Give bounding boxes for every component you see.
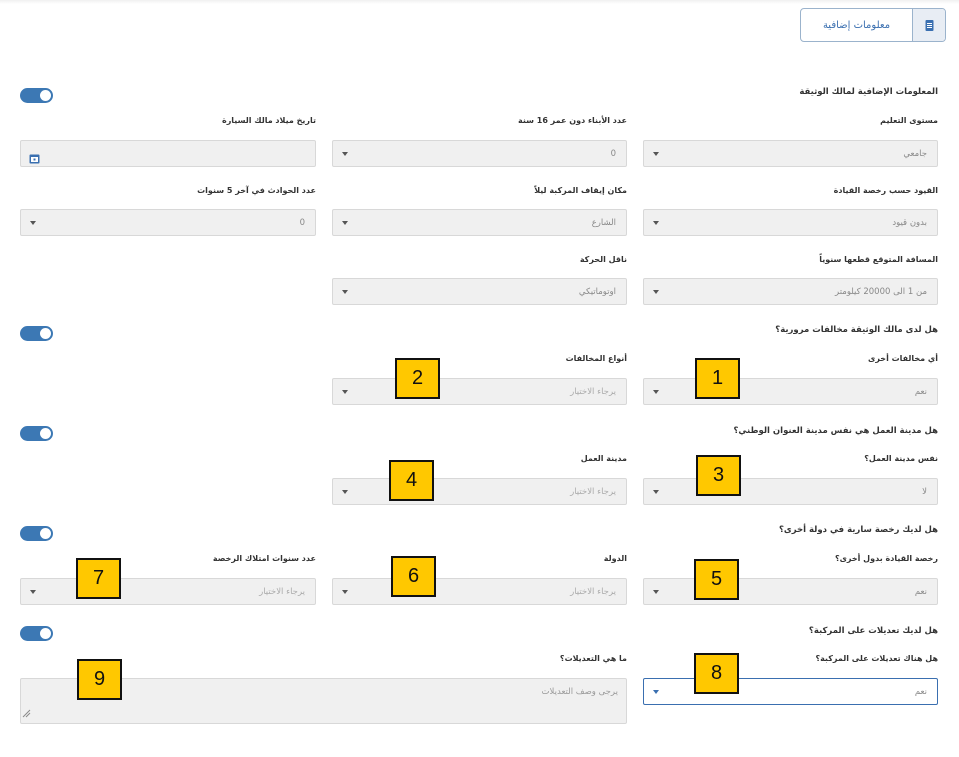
extra-info-label: معلومات إضافية	[822, 19, 891, 31]
caret-down-icon	[653, 152, 659, 156]
resize-grip-icon[interactable]	[22, 703, 31, 722]
other-violations-select[interactable]: نعم	[643, 378, 938, 405]
annotation-marker-2: 2	[395, 358, 440, 399]
accidents-5-years-select[interactable]: 0	[20, 209, 316, 236]
violation-types-label: أنواع المخالفات	[565, 354, 627, 363]
has-modifications-label: هل هناك تعديلات على المركبة؟	[815, 654, 938, 663]
accidents-5-years-label: عدد الحوادث في آخر 5 سنوات	[197, 186, 316, 195]
children-under-16-select[interactable]: 0	[332, 140, 627, 167]
has-modifications-select[interactable]: نعم	[643, 678, 938, 705]
annotation-marker-9: 9	[77, 659, 122, 700]
children-under-16-label: عدد الأبناء دون عمر 16 سنة	[517, 116, 627, 125]
transmission-value: اوتوماتيكي	[578, 286, 616, 297]
caret-down-icon	[30, 590, 36, 594]
education-level-select[interactable]: جامعي	[643, 140, 938, 167]
children-under-16-value: 0	[610, 148, 616, 159]
work-city-placeholder: يرجاء الاختيار	[570, 486, 616, 497]
document-icon	[912, 9, 945, 41]
modifications-desc-label: ما هي التعديلات؟	[559, 654, 627, 663]
owner-birth-date-label: تاريخ ميلاد مالك السيارة	[221, 116, 316, 125]
annual-distance-value: من 1 الى 20000 كيلومتر	[835, 286, 927, 297]
toggle-knob	[40, 528, 51, 539]
caret-down-icon	[653, 690, 659, 694]
accidents-5-years-value: 0	[299, 217, 305, 228]
annotation-marker-8: 8	[694, 653, 739, 694]
caret-down-icon	[342, 152, 348, 156]
foreign-license-toggle[interactable]	[20, 526, 53, 541]
section-vehicle-modifications: هل لديك تعديلات على المركبة؟	[808, 626, 938, 636]
toggle-knob	[40, 328, 51, 339]
caret-down-icon	[342, 590, 348, 594]
annotation-marker-1: 1	[695, 358, 740, 399]
annotation-marker-4: 4	[389, 460, 434, 501]
license-years-placeholder: يرجاء الاختيار	[259, 586, 305, 597]
has-modifications-value: نعم	[914, 686, 927, 697]
traffic-violations-toggle[interactable]	[20, 326, 53, 341]
vehicle-modifications-toggle[interactable]	[20, 626, 53, 641]
night-parking-select[interactable]: الشارع	[332, 209, 627, 236]
education-level-label: مستوى التعليم	[880, 116, 938, 125]
caret-down-icon	[30, 221, 36, 225]
country-label: الدولة	[603, 554, 627, 563]
annual-distance-select[interactable]: من 1 الى 20000 كيلومتر	[643, 278, 938, 305]
caret-down-icon	[342, 221, 348, 225]
caret-down-icon	[653, 590, 659, 594]
annual-distance-label: المسافة المتوقع قطعها سنوياً	[819, 255, 938, 264]
caret-down-icon	[342, 390, 348, 394]
violation-types-placeholder: يرجاء الاختيار	[570, 386, 616, 397]
section-foreign-license: هل لديك رخصة سارية في دولة أخرى؟	[779, 525, 938, 535]
transmission-label: ناقل الحركة	[579, 255, 627, 264]
caret-down-icon	[653, 221, 659, 225]
license-restrictions-label: القيود حسب رخصة القيادة	[833, 186, 938, 195]
same-work-city-value: لا	[922, 486, 927, 497]
country-select[interactable]: يرجاء الاختيار	[332, 578, 627, 605]
other-violations-label: أي مخالفات أخرى	[868, 354, 938, 363]
modifications-desc-placeholder: يرجى وصف التعديلات	[541, 687, 618, 697]
country-placeholder: يرجاء الاختيار	[570, 586, 616, 597]
license-years-label: عدد سنوات امتلاك الرخصة	[212, 554, 316, 563]
violation-types-select[interactable]: يرجاء الاختيار	[332, 378, 627, 405]
caret-down-icon	[653, 390, 659, 394]
section-owner-extra-info: المعلومات الإضافية لمالك الوثيقة	[799, 87, 938, 97]
annotation-marker-7: 7	[76, 558, 121, 599]
other-violations-value: نعم	[914, 386, 927, 397]
license-restrictions-select[interactable]: بدون قيود	[643, 209, 938, 236]
section-work-city-same: هل مدينة العمل هي نفس مدينة العنوان الوط…	[733, 426, 939, 436]
calendar-icon[interactable]	[29, 149, 40, 168]
annotation-marker-5: 5	[694, 559, 739, 600]
extra-info-button[interactable]: معلومات إضافية	[800, 8, 946, 42]
same-work-city-select[interactable]: لا	[643, 478, 938, 505]
toggle-knob	[40, 90, 51, 101]
license-years-select[interactable]: يرجاء الاختيار	[20, 578, 316, 605]
night-parking-value: الشارع	[591, 217, 616, 228]
license-restrictions-value: بدون قيود	[892, 217, 927, 228]
gcc-license-select[interactable]: نعم	[643, 578, 938, 605]
gcc-license-label: رخصة القيادة بدول أخرى؟	[834, 554, 938, 563]
section-traffic-violations: هل لدى مالك الوثيقة مخالفات مرورية؟	[775, 325, 938, 335]
owner-extra-info-toggle[interactable]	[20, 88, 53, 103]
education-level-value: جامعي	[903, 148, 927, 159]
caret-down-icon	[342, 490, 348, 494]
transmission-select[interactable]: اوتوماتيكي	[332, 278, 627, 305]
same-work-city-label: نفس مدينة العمل؟	[864, 454, 938, 463]
gcc-license-value: نعم	[914, 586, 927, 597]
toggle-knob	[40, 428, 51, 439]
work-city-same-toggle[interactable]	[20, 426, 53, 441]
work-city-select[interactable]: يرجاء الاختيار	[332, 478, 627, 505]
night-parking-label: مكان إيقاف المركبة ليلاً	[534, 186, 627, 195]
toggle-knob	[40, 628, 51, 639]
caret-down-icon	[653, 490, 659, 494]
caret-down-icon	[342, 290, 348, 294]
annotation-marker-6: 6	[391, 556, 436, 597]
owner-birth-date-input[interactable]	[20, 140, 316, 167]
top-divider	[0, 0, 959, 4]
work-city-label: مدينة العمل	[580, 454, 627, 463]
caret-down-icon	[653, 290, 659, 294]
annotation-marker-3: 3	[696, 455, 741, 496]
